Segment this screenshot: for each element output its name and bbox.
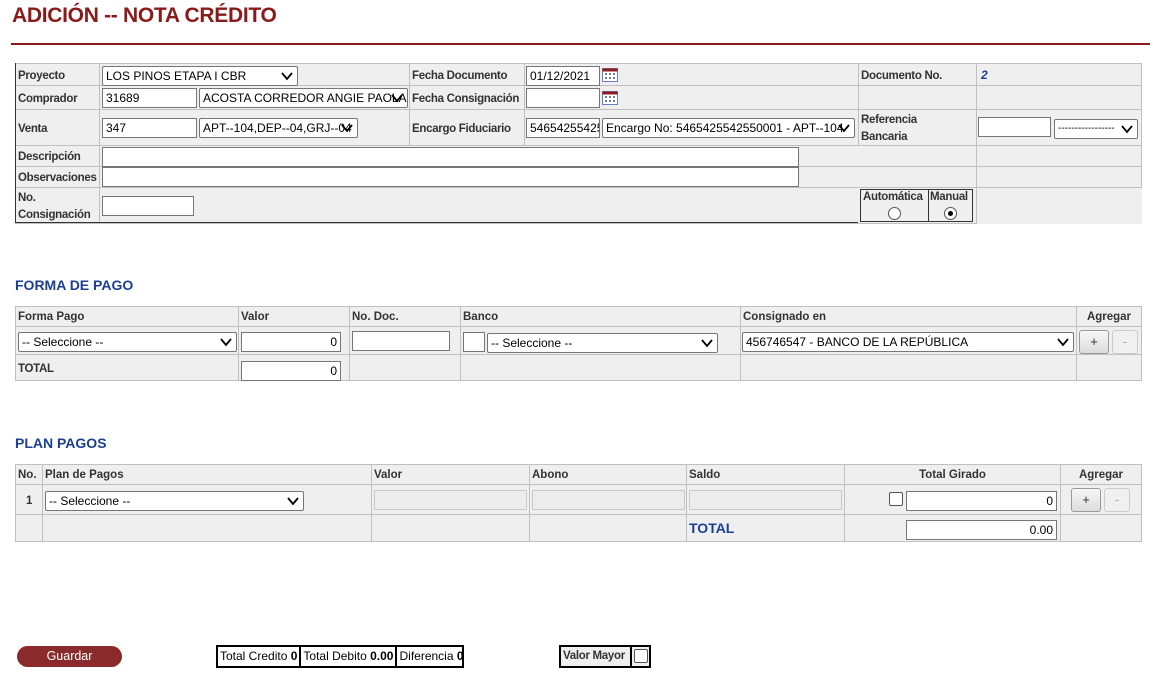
venta-id-input[interactable]: 347 <box>102 118 197 138</box>
plan-saldo-input[interactable] <box>689 490 842 510</box>
automatica-label: Automática <box>863 191 923 203</box>
guardar-button[interactable]: Guardar <box>17 646 122 667</box>
chevron-down-icon <box>281 72 293 81</box>
calendar-icon[interactable] <box>602 68 618 82</box>
col-valor: Valor <box>238 306 350 327</box>
col-saldo: Saldo <box>686 464 845 485</box>
col-agregar: Agregar <box>1060 464 1142 485</box>
col-plan-de-pagos: Plan de Pagos <box>42 464 372 485</box>
header-bottom-rule <box>15 222 858 223</box>
chevron-down-icon <box>220 338 232 347</box>
banco-select[interactable]: -- Seleccione -- <box>487 333 718 353</box>
encargo-fiduciario-label: Encargo Fiduciario <box>412 122 511 135</box>
header-left-rule <box>15 63 16 223</box>
banco-code-input[interactable] <box>463 332 485 352</box>
title-divider <box>11 43 1150 45</box>
col-abono: Abono <box>529 464 687 485</box>
totals-summary: Total Credito 0 Total Debito 0.00 Difere… <box>216 645 464 668</box>
observaciones-input[interactable] <box>102 167 799 187</box>
chevron-down-icon <box>838 124 850 133</box>
fecha-documento-input[interactable]: 01/12/2021 <box>526 66 600 86</box>
comprador-label: Comprador <box>18 92 78 105</box>
plan-pagos-remove-button[interactable]: - <box>1104 488 1130 512</box>
valor-mayor-group: Valor Mayor <box>559 645 651 668</box>
documento-no-value: 2 <box>981 67 988 82</box>
plan-pagos-add-button[interactable]: + <box>1071 488 1101 512</box>
total-girado-input[interactable]: 0 <box>906 491 1057 511</box>
proyecto-label: Proyecto <box>18 69 65 82</box>
col-valor: Valor <box>371 464 530 485</box>
forma-pago-total-input[interactable]: 0 <box>241 361 341 381</box>
col-no: No. <box>15 464 43 485</box>
plan-abono-input[interactable] <box>532 490 685 510</box>
proyecto-select[interactable]: LOS PINOS ETAPA I CBR <box>102 66 298 86</box>
fecha-consignacion-input[interactable] <box>526 88 600 108</box>
no-doc-input[interactable] <box>352 331 450 351</box>
forma-de-pago-title: FORMA DE PAGO <box>15 277 134 293</box>
total-credito: Total Credito 0 <box>218 647 302 666</box>
chevron-down-icon <box>1057 338 1069 347</box>
plan-pagos-total-input[interactable]: 0.00 <box>906 520 1057 540</box>
venta-label: Venta <box>18 122 48 135</box>
plan-valor-input[interactable] <box>374 490 527 510</box>
chevron-down-icon <box>701 339 713 348</box>
col-forma-pago: Forma Pago <box>15 306 239 327</box>
consignacion-mode-group: Automática Manual <box>860 189 973 222</box>
referencia-bancaria-select[interactable]: ----------------- <box>1054 119 1138 139</box>
total-debito: Total Debito 0.00 <box>301 647 398 666</box>
encargo-fiduciario-select[interactable]: Encargo No: 5465425542550001 - APT--104 <box>602 118 855 138</box>
venta-units-select[interactable]: APT--104,DEP--04,GRJ--04 <box>199 118 358 138</box>
plan-pagos-total-label: TOTAL <box>689 520 735 536</box>
descripcion-input[interactable] <box>102 147 799 167</box>
observaciones-label: Observaciones <box>18 172 97 184</box>
forma-pago-valor-input[interactable]: 0 <box>241 332 341 352</box>
forma-pago-add-button[interactable]: + <box>1079 330 1109 354</box>
documento-no-label: Documento No. <box>861 69 943 82</box>
valor-mayor-label: Valor Mayor <box>563 650 625 662</box>
chevron-down-icon <box>287 497 299 506</box>
plan-pagos-title: PLAN PAGOS <box>15 435 107 451</box>
valor-mayor-checkbox[interactable] <box>634 649 648 663</box>
plan-row-number: 1 <box>25 494 33 507</box>
comprador-select[interactable]: ACOSTA CORREDOR ANGIE PAOLA <box>199 88 408 108</box>
col-total-girado: Total Girado <box>844 464 1061 485</box>
page-title: ADICIÓN -- NOTA CRÉDITO <box>12 4 277 27</box>
fecha-documento-label: Fecha Documento <box>412 69 508 82</box>
chevron-down-icon <box>1121 125 1133 134</box>
manual-radio[interactable] <box>944 207 957 220</box>
chevron-down-icon <box>391 94 403 103</box>
referencia-bancaria-label: Referencia Bancaria <box>861 113 917 143</box>
no-consignacion-input[interactable] <box>102 196 194 216</box>
calendar-icon[interactable] <box>602 91 618 105</box>
chevron-down-icon <box>341 124 353 133</box>
col-agregar: Agregar <box>1076 306 1142 327</box>
fecha-consignacion-label: Fecha Consignación <box>412 92 520 105</box>
plan-de-pagos-select[interactable]: -- Seleccione -- <box>45 491 304 511</box>
manual-label: Manual <box>930 191 968 203</box>
forma-pago-remove-button[interactable]: - <box>1112 330 1138 354</box>
col-consignado-en: Consignado en <box>740 306 1077 327</box>
forma-pago-select[interactable]: -- Seleccione -- <box>18 332 237 352</box>
total-girado-checkbox[interactable] <box>889 492 903 506</box>
consignado-en-select[interactable]: 456746547 - BANCO DE LA REPÚBLICA <box>742 332 1074 352</box>
comprador-id-input[interactable]: 31689 <box>102 88 197 108</box>
automatica-radio[interactable] <box>888 207 901 220</box>
encargo-fiduciario-input[interactable]: 546542554255 <box>526 118 600 138</box>
col-no-doc: No. Doc. <box>349 306 461 327</box>
descripcion-label: Descripción <box>18 151 81 163</box>
no-consignacion-label: No. Consignación <box>18 191 91 221</box>
col-banco: Banco <box>460 306 741 327</box>
referencia-bancaria-input[interactable] <box>978 117 1051 137</box>
forma-pago-total-label: TOTAL <box>18 362 54 375</box>
diferencia: Diferencia 0 <box>399 649 464 663</box>
